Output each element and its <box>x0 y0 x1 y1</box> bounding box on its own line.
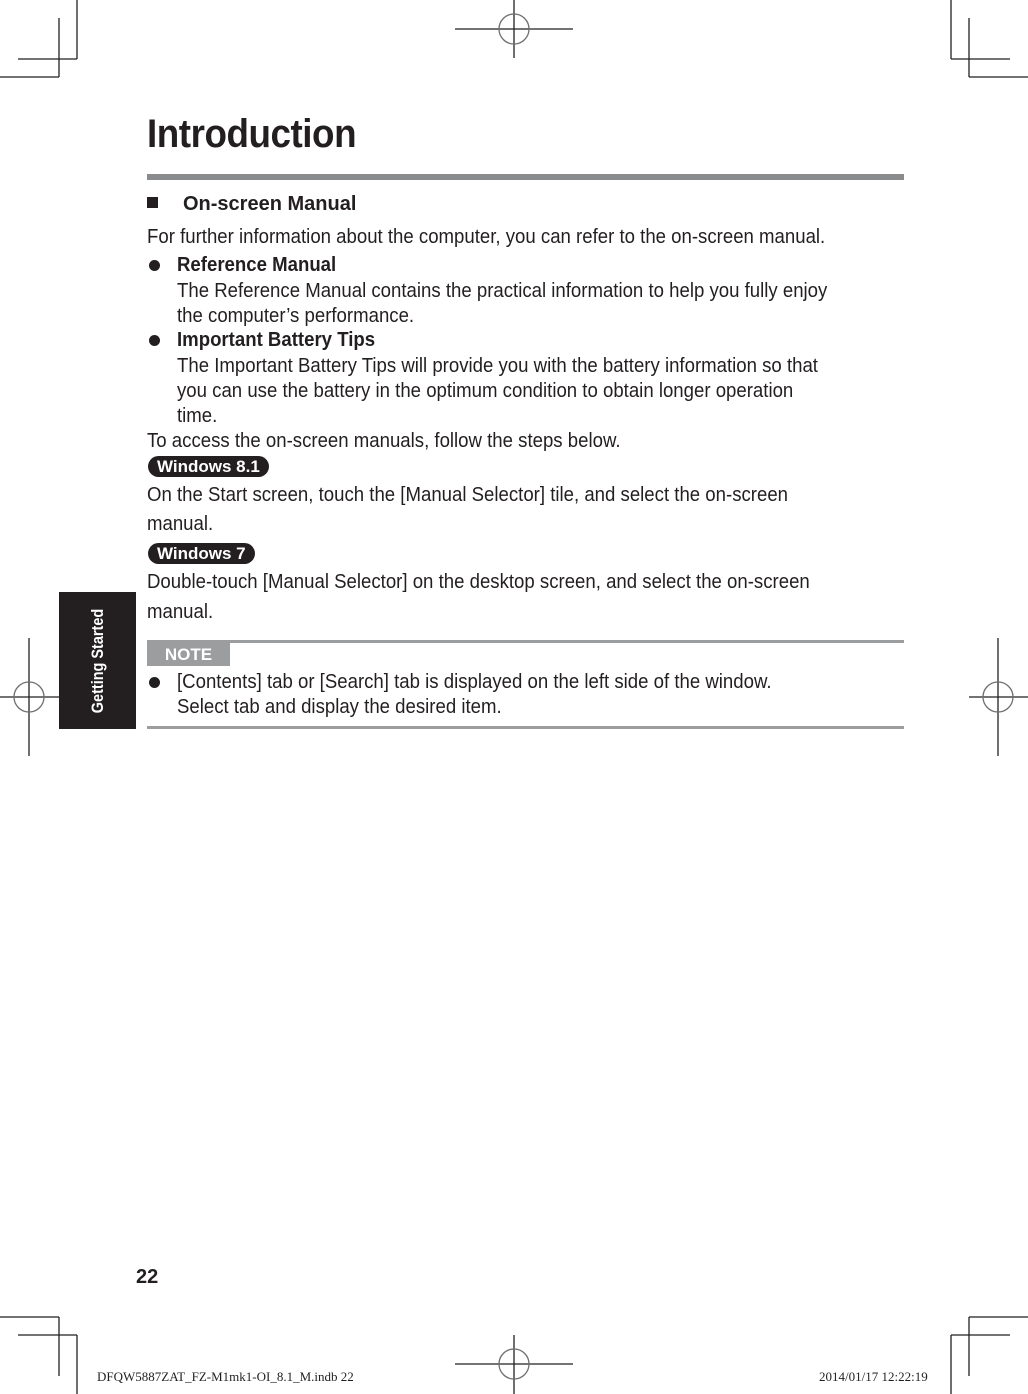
note-label: NOTE <box>147 643 230 666</box>
bullet-heading-battery-tips: Important Battery Tips <box>177 329 376 351</box>
registration-mark-left <box>0 638 59 756</box>
os-badge-windows-8-1: Windows 8.1 <box>148 456 269 477</box>
page-number: 22 <box>136 1266 159 1288</box>
title-divider <box>147 174 904 180</box>
access-instructions: To access the on-screen manuals, follow … <box>147 430 621 452</box>
note-text-line: [Contents] tab or [Search] tab is displa… <box>177 671 772 693</box>
crop-mark-bottom-right <box>950 1316 1028 1394</box>
bullet-text-line: you can use the battery in the optimum c… <box>177 380 794 402</box>
section-heading: On-screen Manual <box>147 193 356 216</box>
os-step-text: manual. <box>147 513 214 535</box>
bullet-text-line: The Important Battery Tips will provide … <box>177 355 818 377</box>
crop-mark-top-left <box>0 0 78 78</box>
os-step-text: Double-touch [Manual Selector] on the de… <box>147 571 810 593</box>
registration-mark-top <box>455 0 573 58</box>
bullet-text-line: time. <box>177 405 218 427</box>
note-bottom-rule <box>147 726 904 729</box>
crop-mark-top-right <box>950 0 1028 78</box>
bullet-dot-icon <box>149 677 160 688</box>
crop-mark-bottom-left <box>0 1316 78 1394</box>
bullet-heading-reference-manual: Reference Manual <box>177 254 337 276</box>
note-top-rule <box>147 640 904 643</box>
footer-file-name: DFQW5887ZAT_FZ-M1mk1-OI_8.1_M.indb 22 <box>97 1369 354 1384</box>
os-step-text: manual. <box>147 601 214 623</box>
registration-mark-bottom <box>455 1335 573 1394</box>
bullet-text-line: the computer’s performance. <box>177 305 415 327</box>
bullet-dot-icon <box>149 335 160 346</box>
bullet-dot-icon <box>149 260 160 271</box>
bullet-text-line: The Reference Manual contains the practi… <box>177 280 828 302</box>
section-heading-text: On-screen Manual <box>183 193 357 215</box>
chapter-side-tab: Getting Started <box>59 592 136 729</box>
os-step-text: On the Start screen, touch the [Manual S… <box>147 484 789 506</box>
note-text-line: Select tab and display the desired item. <box>177 696 502 718</box>
registration-mark-right <box>969 638 1028 756</box>
square-bullet-icon <box>147 197 158 208</box>
page-title: Introduction <box>147 112 357 156</box>
chapter-side-tab-label: Getting Started <box>87 608 107 713</box>
os-badge-windows-7: Windows 7 <box>148 543 255 564</box>
intro-text: For further information about the comput… <box>147 226 826 248</box>
footer-timestamp: 2014/01/17 12:22:19 <box>819 1369 928 1384</box>
